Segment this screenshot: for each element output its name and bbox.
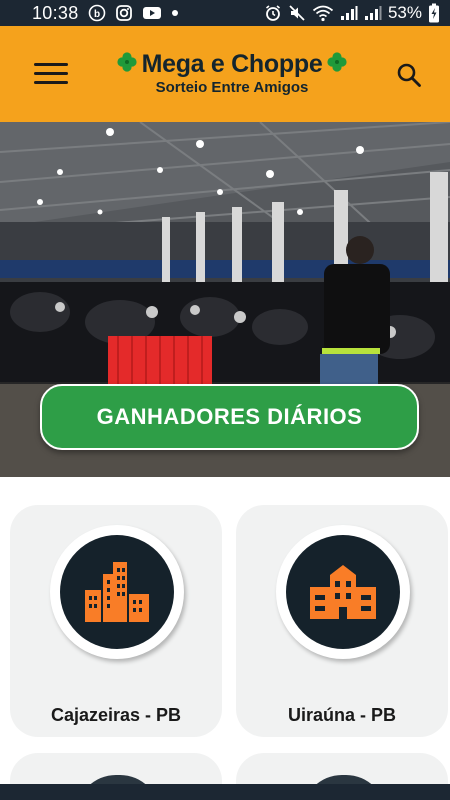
alarm-icon (264, 4, 282, 22)
battery-icon (428, 3, 440, 23)
wifi-icon (312, 4, 334, 22)
menu-icon (34, 63, 68, 66)
status-bar: 10:38 b 53% (0, 0, 450, 26)
mute-icon (288, 4, 306, 22)
search-icon (397, 63, 421, 87)
app-header: Mega e Choppe Sorteio Entre Amigos (0, 26, 450, 122)
city-label: Cajazeiras - PB (50, 705, 182, 725)
bottom-bar (0, 784, 450, 800)
building-icon (310, 565, 376, 619)
search-button[interactable] (396, 62, 422, 88)
signal-icon (340, 5, 358, 21)
city-card-cajazeiras[interactable]: Cajazeiras - PB (10, 505, 222, 737)
daily-winners-button[interactable]: GANHADORES DIÁRIOS (40, 384, 419, 450)
app-logo: Mega e Choppe Sorteio Entre Amigos (112, 50, 352, 98)
city-cards: Cajazeiras - PB Uiraúna - PB (0, 477, 450, 800)
app-title: Mega e Choppe (141, 50, 323, 78)
signal-icon (364, 5, 382, 21)
hero-banner: GANHADORES DIÁRIOS (0, 122, 450, 477)
city-label: Uiraúna - PB (287, 705, 397, 725)
b-circle-icon: b (88, 4, 106, 22)
app-subtitle: Sorteio Entre Amigos (155, 79, 309, 96)
status-time: 10:38 (32, 2, 79, 23)
dot-icon (171, 9, 179, 17)
youtube-icon (142, 5, 162, 21)
clover-icon (326, 51, 348, 78)
menu-button[interactable] (34, 61, 68, 87)
battery-text: 53% (387, 3, 422, 22)
svg-text:b: b (93, 9, 99, 20)
clover-icon (116, 51, 138, 78)
buildings-icon (85, 562, 149, 622)
instagram-icon (115, 4, 133, 22)
city-card-uirauna[interactable]: Uiraúna - PB (236, 505, 448, 737)
